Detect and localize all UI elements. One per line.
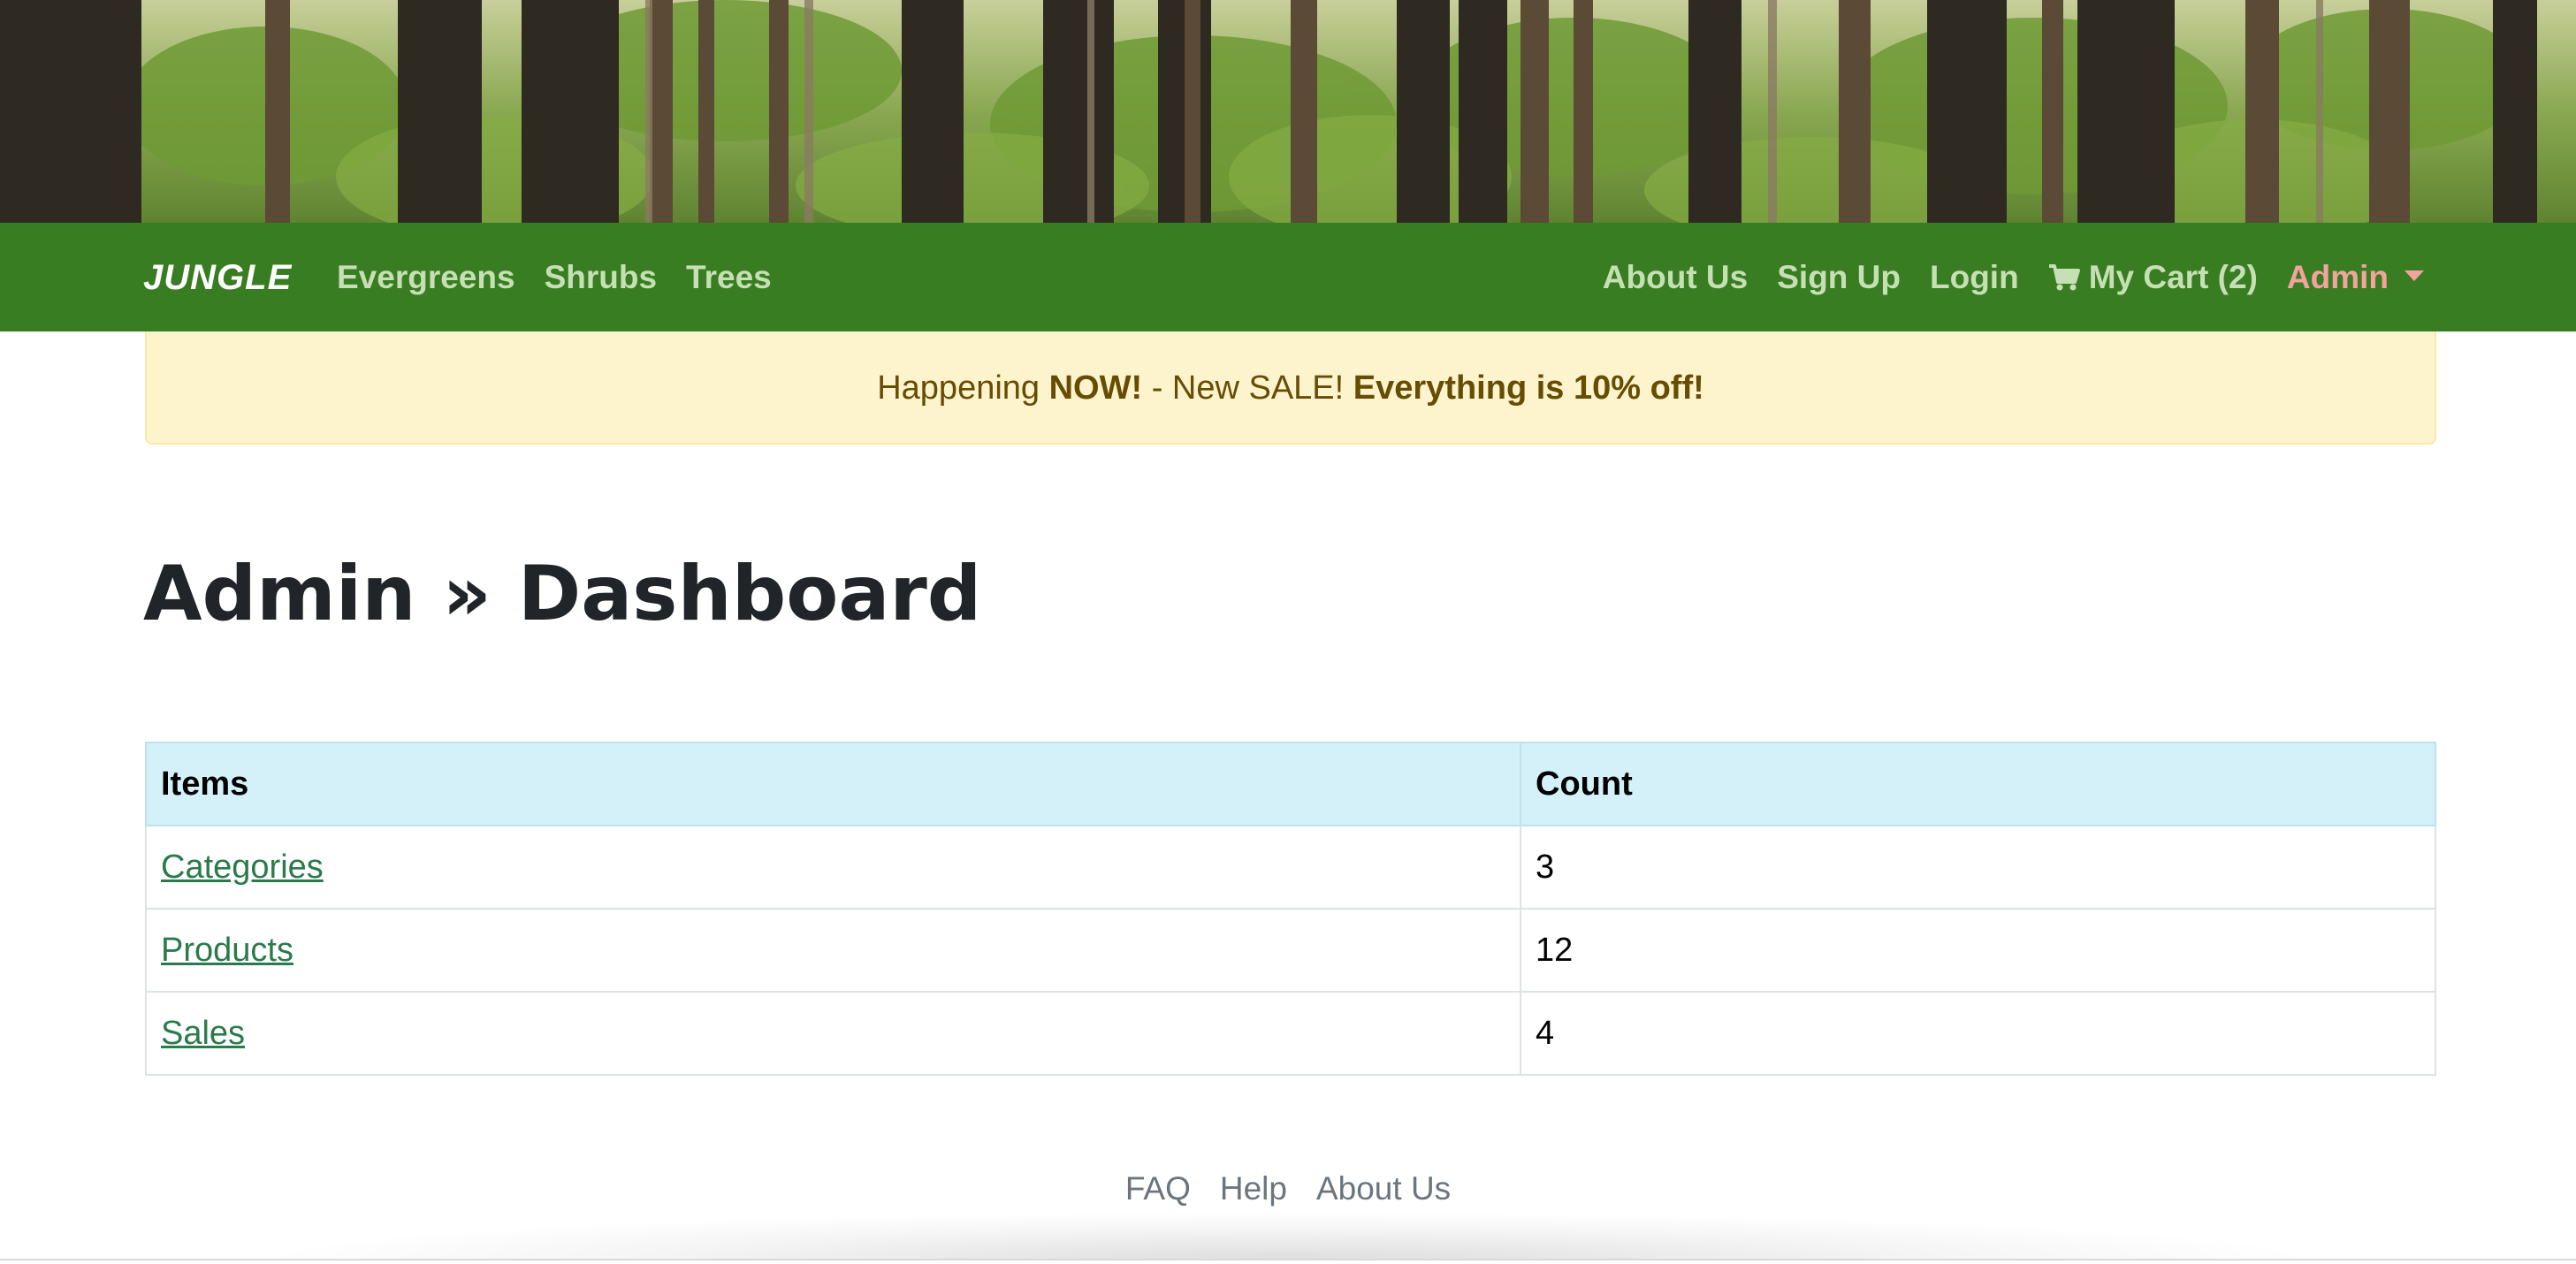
nav-link-trees[interactable]: Trees xyxy=(686,255,772,301)
sale-alert-banner: Happening NOW! - New SALE! Everything is… xyxy=(145,331,2436,445)
table-header-row: Items Count xyxy=(145,742,2436,826)
footer-link-help[interactable]: Help xyxy=(1220,1165,1287,1213)
products-link[interactable]: Products xyxy=(161,932,293,969)
nav-link-sign-up[interactable]: Sign Up xyxy=(1777,255,1901,301)
admin-dropdown-toggle[interactable]: Admin xyxy=(2287,255,2424,301)
sales-link[interactable]: Sales xyxy=(161,1015,245,1052)
alert-now: NOW! xyxy=(1048,369,1143,407)
nav-link-my-cart[interactable]: My Cart (2) xyxy=(2048,255,2258,301)
table-cell-item: Categories xyxy=(145,825,1521,910)
table-cell-item: Sales xyxy=(145,991,1521,1076)
table-cell-count: 4 xyxy=(1520,991,2436,1076)
table-cell-item: Products xyxy=(145,908,1521,993)
shopping-cart-icon xyxy=(2048,263,2080,292)
footer-link-about-us[interactable]: About Us xyxy=(1316,1165,1451,1213)
nav-link-evergreens[interactable]: Evergreens xyxy=(337,255,515,301)
main-navbar: JUNGLE Evergreens Shrubs Trees About Us … xyxy=(0,223,2576,331)
page-title: Admin » Dashboard xyxy=(143,550,982,638)
nav-link-about-us[interactable]: About Us xyxy=(1603,255,1748,301)
category-nav: Evergreens Shrubs Trees xyxy=(337,255,772,301)
account-nav: About Us Sign Up Login My Cart (2) Admin xyxy=(1603,255,2424,301)
alert-middle: - New SALE! xyxy=(1142,369,1353,407)
footer-shadow xyxy=(283,1213,2293,1259)
footer-link-faq[interactable]: FAQ xyxy=(1125,1165,1191,1213)
table-row: Products 12 xyxy=(145,908,2436,993)
table-cell-count: 3 xyxy=(1520,825,2436,910)
brand-logo[interactable]: JUNGLE xyxy=(143,255,292,301)
forest-banner-image xyxy=(0,0,2576,223)
column-header-items: Items xyxy=(145,742,1521,826)
table-cell-count: 12 xyxy=(1520,908,2436,993)
my-cart-label: My Cart (2) xyxy=(2088,259,2258,295)
footer-links: FAQ Help About Us xyxy=(0,1165,2576,1213)
alert-prefix: Happening xyxy=(877,369,1049,407)
dashboard-table: Items Count Categories 3 Products 12 Sal… xyxy=(145,742,2436,1076)
nav-link-shrubs[interactable]: Shrubs xyxy=(545,255,657,301)
nav-link-login[interactable]: Login xyxy=(1930,255,2019,301)
column-header-count: Count xyxy=(1520,742,2436,826)
table-row: Sales 4 xyxy=(145,991,2436,1076)
table-row: Categories 3 xyxy=(145,825,2436,910)
admin-label: Admin xyxy=(2286,259,2389,295)
alert-offer: Everything is 10% off! xyxy=(1353,369,1704,407)
footer-divider xyxy=(0,1259,2576,1260)
caret-down-icon xyxy=(2405,270,2424,281)
categories-link[interactable]: Categories xyxy=(161,849,324,886)
